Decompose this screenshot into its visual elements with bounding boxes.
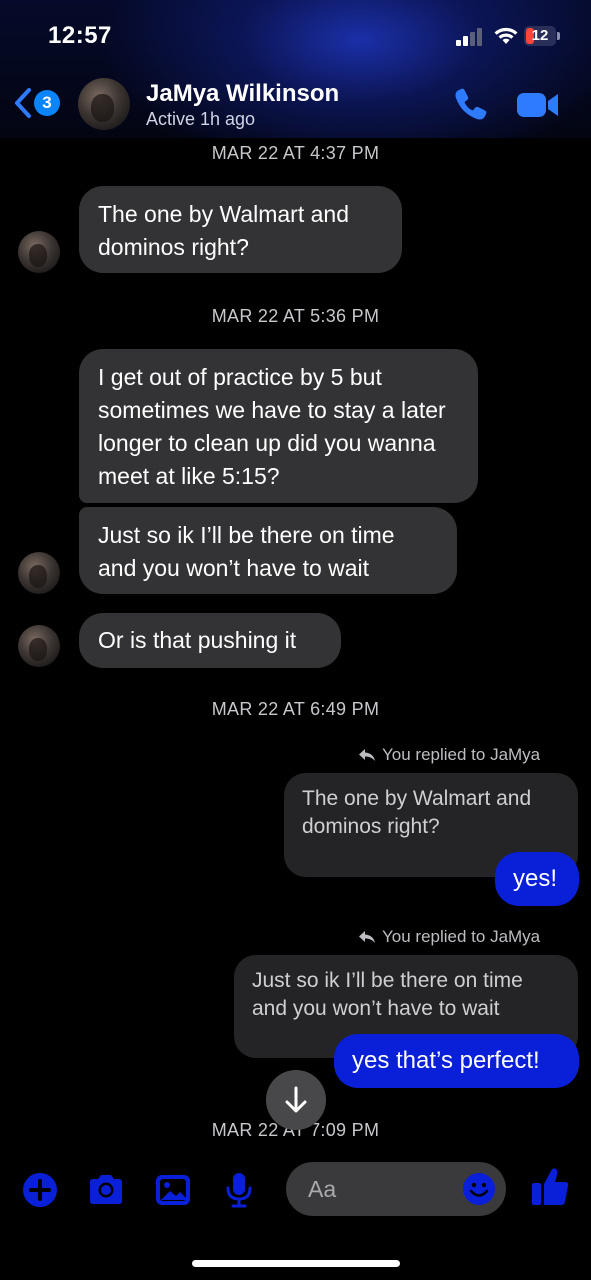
reply-indicator: You replied to JaMya [358, 927, 568, 949]
reply-arrow-icon [359, 931, 375, 943]
unread-badge: 3 [34, 90, 60, 116]
incoming-message[interactable]: The one by Walmart and dominos right? [79, 186, 402, 273]
phone-icon[interactable] [452, 86, 488, 122]
back-button[interactable]: 3 [12, 86, 62, 122]
timestamp: MAR 22 AT 6:49 PM [211, 699, 380, 719]
contact-status: Active 1h ago [146, 109, 256, 129]
thumbs-up-icon[interactable] [530, 1165, 570, 1209]
reply-indicator: You replied to JaMya [358, 745, 568, 767]
reply-note: You replied to JaMya [382, 927, 541, 946]
battery-level: 12 [531, 27, 549, 44]
arrow-down-icon [285, 1086, 307, 1113]
outgoing-message[interactable]: yes! [495, 852, 579, 906]
contact-name[interactable]: JaMya Wilkinson [146, 80, 339, 108]
plus-icon[interactable] [20, 1170, 60, 1210]
message-input[interactable]: Aa [286, 1162, 506, 1216]
microphone-icon[interactable] [219, 1170, 259, 1210]
incoming-message[interactable]: I get out of practice by 5 but sometimes… [79, 349, 478, 503]
incoming-message[interactable]: Or is that pushing it [79, 613, 341, 668]
sender-avatar [18, 552, 60, 594]
battery-icon: 12 [524, 26, 562, 48]
sender-avatar [18, 625, 60, 667]
cellular-signal-icon [456, 28, 484, 46]
reply-note: You replied to JaMya [382, 745, 541, 764]
wifi-icon [494, 27, 518, 44]
message-input-placeholder: Aa [308, 1176, 337, 1202]
outgoing-message[interactable]: yes that’s perfect! [334, 1034, 579, 1088]
incoming-message[interactable]: Just so ik I’ll be there on time and you… [79, 507, 457, 594]
status-time: 12:57 [48, 22, 112, 49]
camera-icon[interactable] [86, 1170, 126, 1210]
video-camera-icon[interactable] [516, 90, 560, 120]
scroll-to-bottom-button[interactable] [266, 1070, 326, 1130]
photo-icon[interactable] [153, 1170, 193, 1210]
chevron-left-icon [15, 88, 31, 118]
reply-arrow-icon [359, 749, 375, 761]
timestamp: MAR 22 AT 4:37 PM [211, 143, 380, 163]
contact-avatar[interactable] [78, 78, 130, 130]
sender-avatar [18, 231, 60, 273]
emoji-icon[interactable] [462, 1172, 496, 1206]
home-indicator [192, 1260, 400, 1267]
timestamp: MAR 22 AT 5:36 PM [211, 306, 380, 326]
